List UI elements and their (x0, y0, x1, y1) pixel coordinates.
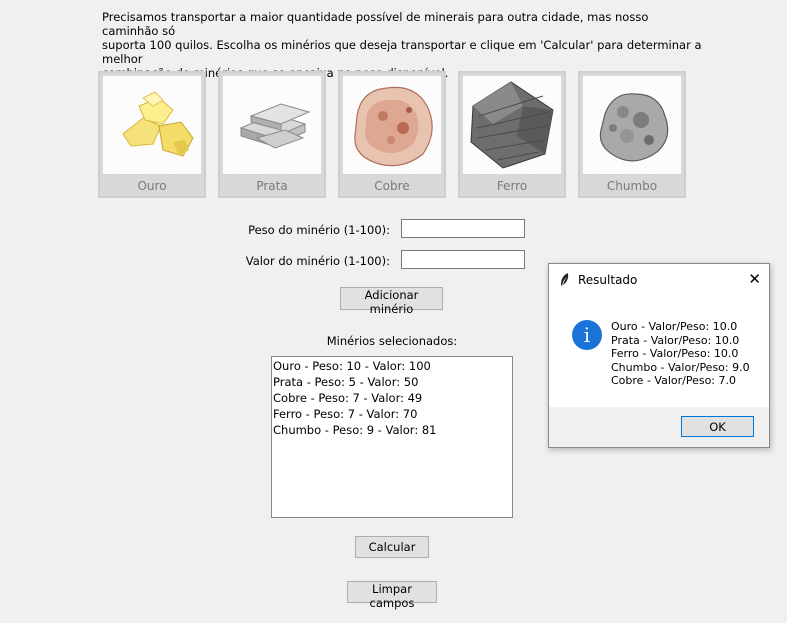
close-icon[interactable]: ✕ (748, 270, 761, 288)
list-item[interactable]: Chumbo - Peso: 9 - Valor: 81 (273, 422, 512, 438)
mineral-card-ferro[interactable]: Ferro (458, 71, 566, 198)
info-icon: i (572, 320, 602, 350)
dialog-title: Resultado (578, 273, 638, 287)
calculate-button[interactable]: Calcular (355, 536, 429, 558)
selected-listbox[interactable]: Ouro - Peso: 10 - Valor: 100 Prata - Pes… (271, 356, 513, 518)
iron-ore-icon (463, 76, 561, 174)
result-line: Chumbo - Valor/Peso: 9.0 (611, 360, 750, 374)
feather-icon (561, 273, 569, 286)
list-item[interactable]: Prata - Peso: 5 - Valor: 50 (273, 374, 512, 390)
result-line: Ferro - Valor/Peso: 10.0 (611, 347, 739, 360)
value-input[interactable] (401, 250, 525, 269)
mineral-card-prata[interactable]: Prata (218, 71, 326, 198)
gold-nuggets-icon (103, 76, 201, 174)
clear-fields-button[interactable]: Limpar campos (347, 581, 437, 610)
result-line: Ouro - Valor/Peso: 10.0 (611, 320, 738, 333)
silver-bars-icon (223, 76, 321, 174)
dialog-body: i Ouro - Valor/Peso: 10.0 Prata - Valor/… (549, 296, 769, 407)
mineral-label: Chumbo (606, 179, 658, 193)
intro-text: Precisamos transportar a maior quantidad… (102, 10, 702, 80)
mineral-label: Ferro (496, 179, 528, 193)
list-item[interactable]: Ferro - Peso: 7 - Valor: 70 (273, 406, 512, 422)
value-label: Valor do minério (1-100): (245, 254, 390, 268)
dialog-message: Ouro - Valor/Peso: 10.0 Prata - Valor/Pe… (611, 320, 750, 388)
intro-line: Precisamos transportar a maior quantidad… (102, 10, 649, 38)
selected-title: Minérios selecionados: (326, 334, 458, 348)
mineral-label: Ouro (137, 179, 167, 193)
ok-button[interactable]: OK (681, 416, 754, 437)
intro-line: suporta 100 quilos. Escolha os minérios … (102, 38, 702, 66)
dialog-titlebar[interactable]: Resultado ✕ (549, 264, 769, 296)
mineral-card-ouro[interactable]: Ouro (98, 71, 206, 198)
copper-ore-icon (343, 76, 441, 174)
lead-ore-icon (583, 76, 681, 174)
list-item[interactable]: Cobre - Peso: 7 - Valor: 49 (273, 390, 512, 406)
list-item[interactable]: Ouro - Peso: 10 - Valor: 100 (273, 358, 512, 374)
mineral-label: Cobre (374, 179, 410, 193)
mineral-label: Prata (256, 179, 288, 193)
result-line: Prata - Valor/Peso: 10.0 (611, 333, 740, 347)
result-line: Cobre - Valor/Peso: 7.0 (611, 374, 736, 387)
weight-label: Peso do minério (1-100): (248, 223, 390, 237)
weight-input[interactable] (401, 219, 525, 238)
mineral-card-chumbo[interactable]: Chumbo (578, 71, 686, 198)
mineral-card-cobre[interactable]: Cobre (338, 71, 446, 198)
add-mineral-button[interactable]: Adicionar minério (340, 287, 443, 316)
result-dialog: Resultado ✕ i Ouro - Valor/Peso: 10.0 Pr… (548, 263, 770, 448)
